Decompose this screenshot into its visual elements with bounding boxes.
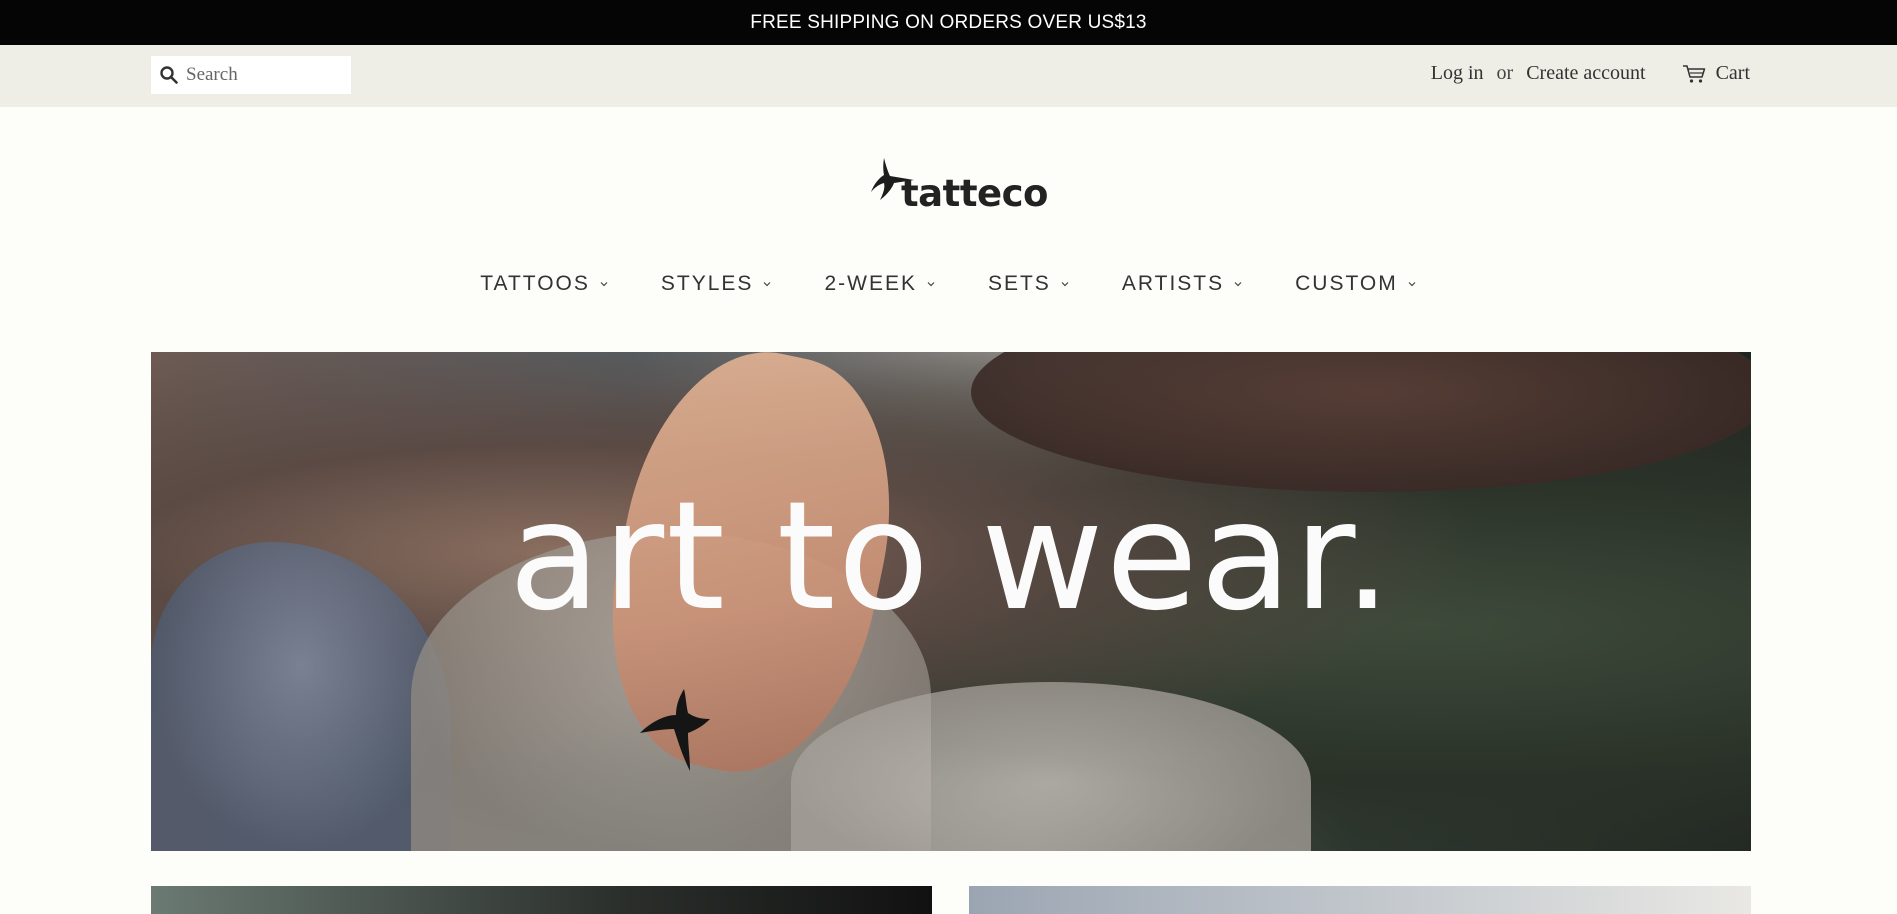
chevron-down-icon (1234, 282, 1242, 287)
cart-link[interactable]: Cart (1682, 62, 1750, 85)
nav-label: 2-WEEK (824, 272, 917, 295)
cart-icon (1682, 64, 1705, 83)
chevron-down-icon (764, 282, 771, 287)
search-box[interactable] (151, 56, 351, 94)
nav-item-tattoos[interactable]: TATTOOS (480, 272, 609, 296)
logo-text: tatteco (901, 172, 1048, 215)
nav-item-artists[interactable]: ARTISTS (1122, 272, 1243, 296)
search-icon[interactable] (160, 66, 178, 84)
site-logo[interactable]: tatteco (870, 150, 1048, 220)
nav-item-sets[interactable]: SETS (988, 272, 1070, 296)
main-nav: TATTOOS STYLES 2-WEEK SETS ARTISTS CUSTO… (0, 272, 1897, 296)
chevron-down-icon (927, 282, 935, 287)
nav-label: ARTISTS (1121, 272, 1225, 295)
search-input[interactable] (186, 64, 336, 86)
nav-label: TATTOOS (480, 272, 590, 295)
login-link[interactable]: Log in (1431, 62, 1484, 85)
nav-label: STYLES (660, 272, 754, 295)
hero-banner[interactable]: art to wear. (151, 352, 1751, 851)
bird-tattoo-icon (640, 689, 710, 771)
nav-item-styles[interactable]: STYLES (661, 272, 773, 296)
chevron-down-icon (600, 282, 608, 287)
nav-item-2-week[interactable]: 2-WEEK (824, 272, 936, 296)
nav-label: CUSTOM (1295, 272, 1398, 295)
nav-label: SETS (987, 272, 1051, 295)
hero-tagline: art to wear. (508, 470, 1394, 644)
cart-label: Cart (1715, 62, 1750, 84)
collection-card-left[interactable] (151, 886, 932, 914)
chevron-down-icon (1408, 282, 1416, 287)
nav-item-custom[interactable]: CUSTOM (1295, 272, 1417, 296)
announcement-text: FREE SHIPPING ON ORDERS OVER US$13 (750, 11, 1147, 33)
announcement-bar: FREE SHIPPING ON ORDERS OVER US$13 (0, 0, 1897, 45)
account-links: Log in or Create account Cart (1431, 62, 1750, 85)
collection-card-right[interactable] (969, 886, 1751, 914)
create-account-link[interactable]: Create account (1526, 62, 1645, 85)
top-bar: Log in or Create account Cart (0, 45, 1897, 107)
or-separator: or (1496, 62, 1514, 84)
chevron-down-icon (1061, 282, 1069, 287)
